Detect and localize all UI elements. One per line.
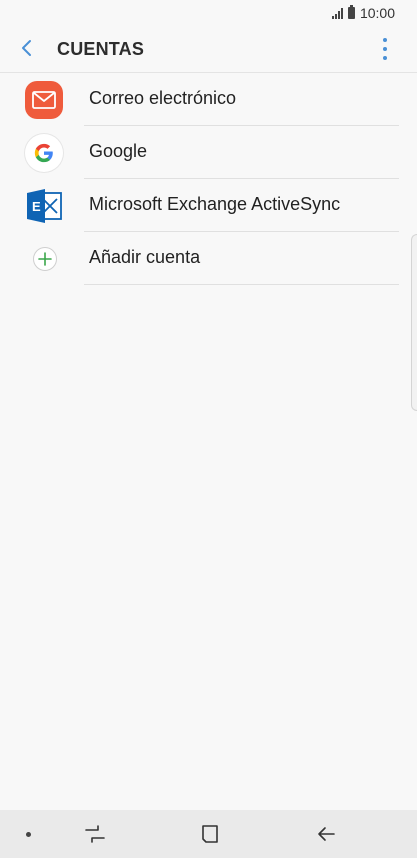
page-title: CUENTAS — [57, 39, 145, 59]
accounts-list: Correo electrónico Google E Microsoft Ex… — [0, 73, 417, 285]
nav-dot-icon[interactable] — [26, 832, 31, 837]
battery-icon — [347, 5, 355, 19]
divider — [84, 284, 399, 285]
app-bar: CUENTAS — [0, 26, 417, 72]
list-item-label: Añadir cuenta — [89, 247, 201, 267]
status-bar-right: 10:00 — [331, 5, 395, 21]
signal-icon — [331, 7, 343, 19]
add-icon — [33, 247, 57, 271]
home-icon[interactable] — [198, 822, 222, 846]
svg-text:E: E — [32, 199, 41, 214]
list-item-label: Google — [89, 141, 148, 161]
list-item-email[interactable]: Correo electrónico — [0, 73, 417, 126]
email-icon — [25, 81, 63, 119]
edge-panel-handle[interactable] — [411, 234, 417, 411]
more-vert-icon[interactable] — [375, 38, 395, 60]
list-item-add-account[interactable]: Añadir cuenta — [0, 232, 417, 285]
back-icon[interactable] — [314, 822, 338, 846]
list-item-google[interactable]: Google — [0, 126, 417, 179]
back-arrow-icon[interactable] — [16, 36, 40, 60]
recent-apps-icon[interactable] — [83, 822, 107, 846]
list-item-label: Microsoft Exchange ActiveSync — [89, 194, 341, 214]
status-bar: 10:00 — [0, 0, 417, 26]
navigation-bar — [0, 810, 417, 858]
status-time: 10:00 — [359, 5, 395, 21]
google-icon — [25, 134, 63, 172]
list-item-exchange[interactable]: E Microsoft Exchange ActiveSync — [0, 179, 417, 232]
list-item-label: Correo electrónico — [89, 88, 237, 108]
exchange-icon: E — [25, 187, 63, 225]
